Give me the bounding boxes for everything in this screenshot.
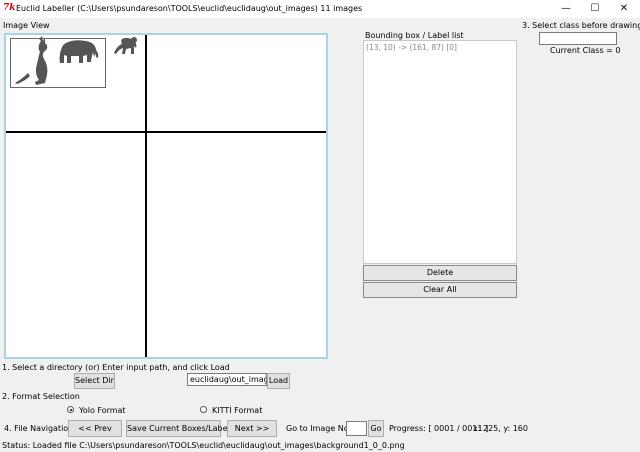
crosshair-horizontal <box>6 131 326 133</box>
select-dir-button[interactable]: Select Dir <box>74 373 115 389</box>
app-icon: 7k <box>3 3 16 13</box>
bbox-list-label: Bounding box / Label list <box>365 31 464 40</box>
status-text: Status: Loaded file C:\Users\psundareson… <box>2 441 405 450</box>
bounding-box[interactable] <box>10 38 106 88</box>
save-button[interactable]: Save Current Boxes/Labels <box>126 420 234 437</box>
path-input[interactable]: euclidaug\out_images <box>187 373 267 386</box>
bbox-listbox[interactable]: (13, 10) -> (161, 87) [0] <box>363 40 517 264</box>
image-view-label: Image View <box>3 21 50 30</box>
yolo-label: Yolo Format <box>79 406 126 415</box>
image-canvas[interactable] <box>4 33 328 359</box>
crosshair-vertical <box>145 35 147 357</box>
title-bar: 7k Euclid Labeller (C:\Users\psundareson… <box>0 0 640 18</box>
class-select-label: 3. Select class before drawing box <box>522 21 640 30</box>
current-class-text: Current Class = 0 <box>550 46 621 55</box>
kitti-radio[interactable] <box>200 406 207 413</box>
goto-input[interactable] <box>346 421 367 436</box>
maximize-icon[interactable]: ☐ <box>580 0 610 18</box>
clear-all-button[interactable]: Clear All <box>363 282 517 298</box>
close-icon[interactable]: ✕ <box>609 0 639 18</box>
kitti-label: KITTI Format <box>212 406 263 415</box>
minimize-icon[interactable]: — <box>551 0 581 18</box>
goto-label: Go to Image No. <box>286 424 352 433</box>
monkey-silhouette <box>114 37 137 54</box>
go-button[interactable]: Go <box>368 420 384 437</box>
yolo-radio[interactable] <box>67 406 74 413</box>
load-button[interactable]: Load <box>267 373 290 389</box>
window-title: Euclid Labeller (C:\Users\psundareson\TO… <box>16 4 363 13</box>
directory-label: 1. Select a directory (or) Enter input p… <box>2 363 230 372</box>
class-entry[interactable] <box>539 32 617 45</box>
format-label: 2. Format Selection <box>2 392 80 401</box>
next-button[interactable]: Next >> <box>227 420 277 437</box>
list-item[interactable]: (13, 10) -> (161, 87) [0] <box>366 43 457 52</box>
delete-button[interactable]: Delete <box>363 265 517 281</box>
cursor-coordinates: x: 225, y: 160 <box>473 424 528 433</box>
prev-button[interactable]: << Prev <box>68 420 122 437</box>
navigation-label: 4. File Navigation <box>4 424 74 433</box>
